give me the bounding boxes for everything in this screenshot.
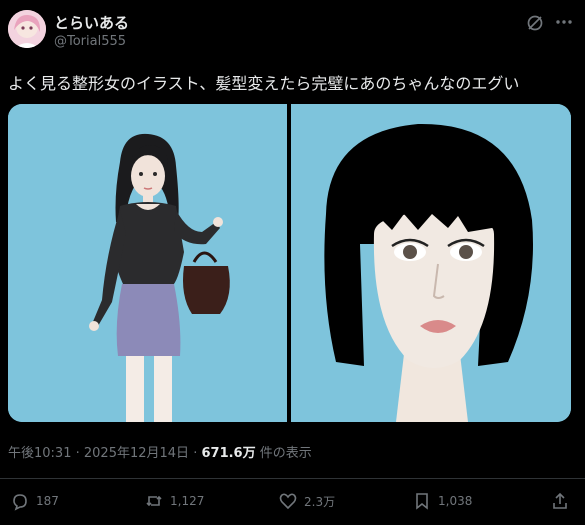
repost-count: 1,127 (170, 494, 205, 508)
avatar[interactable] (8, 10, 46, 48)
divider (0, 478, 585, 479)
author-display-name[interactable]: とらいある (54, 12, 129, 33)
media-image-right[interactable] (291, 104, 571, 422)
views-count: 671.6万 (201, 446, 256, 461)
share-icon (553, 492, 567, 509)
meta-separator: · (75, 446, 80, 461)
grok-icon[interactable] (526, 14, 544, 32)
bookmark-button[interactable]: 1,038 (412, 490, 472, 512)
repost-button[interactable]: 1,127 (144, 490, 204, 512)
repost-icon (146, 495, 162, 507)
like-button[interactable]: 2.3万 (278, 490, 335, 512)
post-text: よく見る整形女のイラスト、髪型変えたら完璧にあのちゃんなのエグい (8, 74, 520, 93)
post-meta: 午後10:31 · 2025年12月14日 · 671.6万 件の表示 (8, 442, 312, 461)
bookmark-count: 1,038 (438, 494, 473, 508)
post-date[interactable]: 2025年12月14日 (84, 446, 189, 461)
like-count: 2.3万 (304, 494, 336, 509)
meta-separator: · (193, 446, 198, 461)
post-time[interactable]: 午後10:31 (8, 446, 71, 461)
post-media[interactable] (8, 104, 571, 422)
share-button[interactable] (550, 490, 576, 512)
reply-icon (13, 494, 27, 511)
more-icon[interactable] (554, 12, 574, 32)
author-handle[interactable]: @Torial555 (54, 34, 126, 49)
bookmark-icon (416, 493, 428, 510)
reply-count: 187 (36, 494, 59, 508)
reply-button[interactable]: 187 (10, 490, 59, 512)
views-label: 件の表示 (259, 446, 312, 461)
like-icon (279, 493, 297, 510)
media-image-left[interactable] (8, 104, 287, 422)
